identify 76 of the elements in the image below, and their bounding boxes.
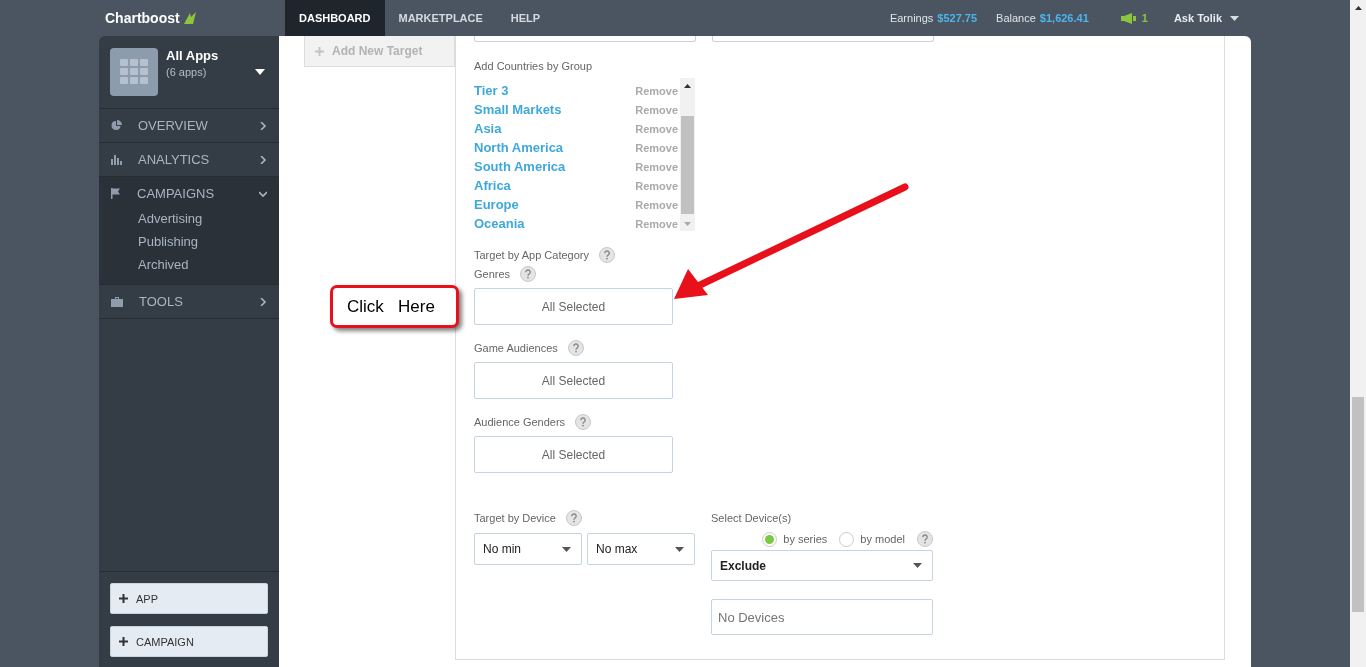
section-label: Target by Device [474,512,556,524]
multi-select[interactable]: All Selected [474,288,673,325]
menu-item[interactable]: CAMPAIGNS [99,177,279,210]
plus-icon [315,46,324,56]
menu-item[interactable]: ANALYTICS [99,143,279,176]
section-label: Target by App Category [474,249,589,261]
section-label: Add Countries by Group [474,60,593,72]
earnings-value: $527.75 [937,12,978,24]
max-select[interactable]: No max [587,533,695,565]
submenu-item[interactable]: Publishing [138,233,279,256]
bar-chart-icon [111,154,122,165]
balance-label: Balance [996,12,1036,24]
callout-label: Click Here [330,285,459,328]
country-group-link[interactable]: Tier 3 [474,83,509,98]
help-icon[interactable] [917,531,933,547]
help-icon[interactable] [598,247,615,263]
scroll-up-icon[interactable] [1354,6,1362,10]
help-icon[interactable] [520,266,537,282]
caret-icon [675,546,684,552]
plus-icon [119,594,128,603]
country-group-link[interactable]: South America [474,159,566,174]
chevron-icon [259,297,267,306]
mode-select[interactable]: Exclude [711,550,933,581]
radio-label: by model [860,533,905,545]
submenu-item[interactable]: Advertising [138,210,279,233]
chevron-icon [259,121,267,130]
toolbox-icon [111,296,123,307]
caret-icon [562,546,571,552]
scroll-up-icon[interactable] [684,84,691,88]
min-select[interactable]: No min [474,533,582,565]
notification-count: 1 [1141,12,1148,24]
help-icon[interactable] [567,340,584,356]
add-button[interactable]: APP [110,583,268,614]
menu-item[interactable]: TOOLS [99,285,279,318]
help-icon[interactable] [565,510,582,526]
country-group-link[interactable]: Small Markets [474,102,562,117]
megaphone-icon[interactable] [1120,12,1136,24]
help-icon[interactable] [575,414,592,430]
earnings-label: Earnings [889,12,934,24]
caret-icon [913,563,922,568]
chevron-icon [259,155,267,164]
input-field[interactable] [474,36,696,42]
caret-icon[interactable] [255,69,265,75]
list-scrollbar[interactable] [680,78,695,231]
multi-select[interactable]: All Selected [474,436,673,473]
field-label: Audience Genders [474,416,566,428]
balance-value: $1,626.41 [1039,12,1089,24]
app-title: All Apps [166,48,220,63]
input-field[interactable] [712,36,934,42]
page-scrollbar[interactable] [1350,0,1366,667]
logo-text: Chartboost [105,10,180,26]
caret-icon[interactable] [1230,15,1239,21]
scrollbar-thumb[interactable] [1352,397,1364,612]
nav-tab[interactable]: DASHBOARD [285,0,385,36]
plus-icon [119,637,128,646]
submenu-item[interactable]: Archived [138,256,279,279]
app-count: (6 apps) [166,66,208,78]
country-group-link[interactable]: Oceania [474,216,525,231]
add-button[interactable]: CAMPAIGN [110,626,268,657]
pie-chart-icon [111,120,122,131]
multi-select[interactable]: All Selected [474,362,673,399]
devices-field[interactable]: No Devices [711,599,933,635]
nav-tab[interactable]: HELP [496,0,555,36]
scrollbar-thumb[interactable] [681,116,694,214]
user-menu[interactable]: Ask Tolik [1173,12,1222,24]
field-label: Genres [474,268,511,280]
flag-icon [111,188,121,199]
radio-label: by series [783,533,828,545]
chevron-icon [259,189,267,198]
menu-item[interactable]: OVERVIEW [99,109,279,142]
scroll-down-icon[interactable] [684,222,691,226]
field-label: Game Audiences [474,342,558,354]
app-grid-icon [110,48,158,96]
nav-tab[interactable]: MARKETPLACE [384,0,497,36]
section-label: Select Device(s) [711,512,793,524]
leaf-icon [183,12,196,24]
